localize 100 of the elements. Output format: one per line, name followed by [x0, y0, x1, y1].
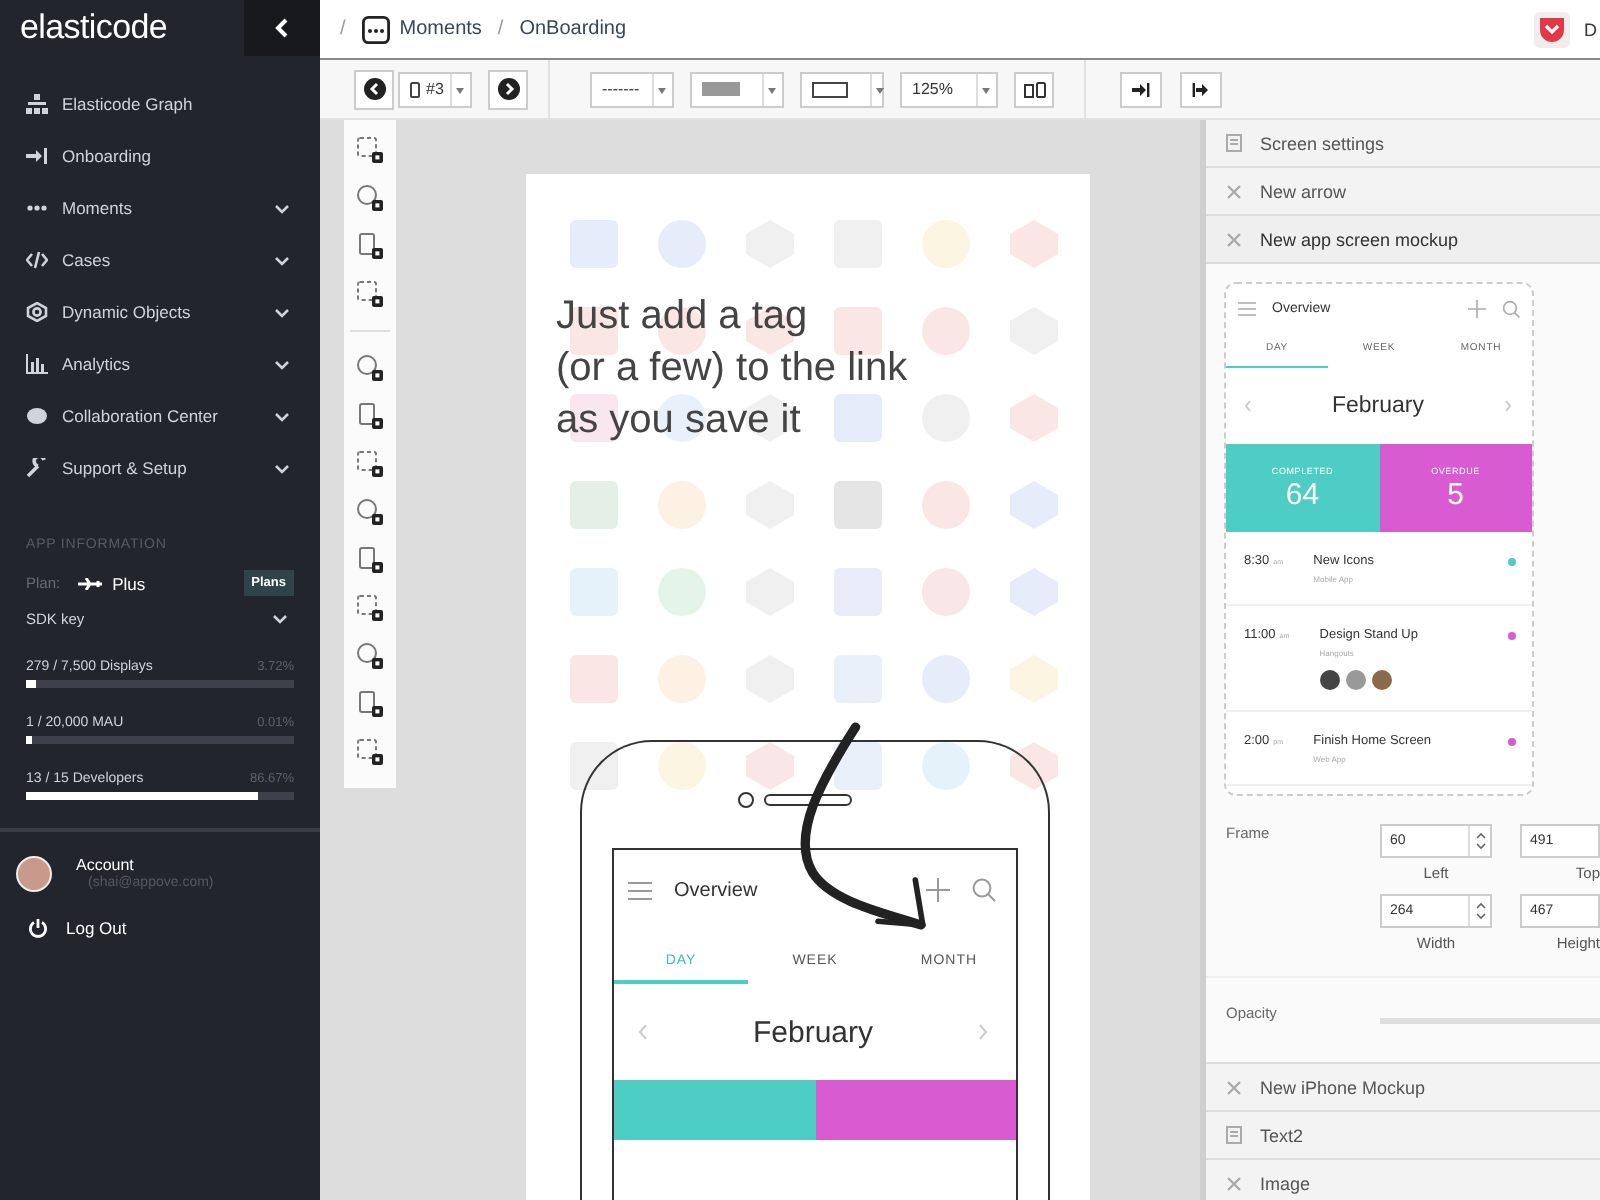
add-element-icon — [356, 498, 384, 526]
headline-text: Just add a tag (or a few) to the link as you save it — [556, 292, 910, 446]
nav-label: Support & Setup — [62, 458, 189, 478]
logo: elasticode — [18, 8, 170, 48]
stat-value: 64 — [1285, 477, 1320, 511]
chevron-left-icon — [274, 18, 290, 38]
nav-label: Collaboration Center — [62, 406, 220, 426]
avatar — [16, 856, 52, 892]
airplane-icon — [78, 577, 103, 589]
bar-chart-icon — [26, 354, 48, 374]
nav-label: Elasticode Graph — [62, 94, 195, 114]
nav-item[interactable]: Cases — [0, 234, 320, 286]
add-element-icon — [356, 354, 384, 382]
app-icon[interactable] — [1534, 11, 1570, 47]
layer-header[interactable]: Screen settings — [1206, 120, 1600, 168]
add-element-icon — [356, 738, 384, 766]
plan-name: Plus — [112, 573, 148, 593]
nav-label: Onboarding — [62, 146, 153, 166]
screen-title: Overview — [674, 879, 760, 901]
collapse-button[interactable] — [244, 0, 320, 56]
add-element-icon — [356, 450, 384, 478]
nav-label: Dynamic Objects — [62, 302, 193, 322]
breadcrumb-link[interactable]: Moments — [399, 18, 482, 40]
power-icon — [28, 918, 48, 938]
arrow-right-icon — [497, 78, 519, 100]
nav-label: Moments — [62, 198, 134, 218]
nav-label: Cases — [62, 250, 113, 270]
up-down-icon — [1475, 832, 1485, 850]
add-element-icon — [356, 642, 384, 670]
chevron-right-icon — [978, 1024, 988, 1040]
chevron-right-icon — [1504, 400, 1512, 412]
month-label: February — [1331, 394, 1425, 418]
import-button[interactable] — [1120, 71, 1162, 107]
layer-header[interactable]: Image — [1206, 1160, 1600, 1200]
fill-swatch — [702, 82, 740, 96]
avatar — [1319, 670, 1340, 690]
avatar — [1345, 670, 1366, 690]
sign-in-icon — [26, 146, 48, 166]
nav-item[interactable]: Onboarding — [0, 130, 320, 182]
add-element-icon — [356, 402, 384, 430]
nav-item[interactable]: Collaboration Center — [0, 390, 320, 442]
layer-header[interactable]: New app screen mockup — [1206, 216, 1600, 264]
code-icon — [26, 250, 48, 270]
screen-select[interactable]: #3 — [398, 71, 472, 107]
nav-item[interactable]: Dynamic Objects — [0, 286, 320, 338]
border-swatch — [812, 81, 848, 97]
device-toggle-button[interactable] — [1014, 71, 1054, 107]
month-label: February — [752, 1015, 874, 1049]
breadcrumb-separator: / — [340, 18, 346, 40]
add-element-icon — [356, 232, 384, 260]
up-down-icon — [1475, 902, 1485, 920]
avatar — [1371, 670, 1392, 690]
plus-icon — [926, 878, 950, 902]
sign-out-icon — [1192, 81, 1210, 97]
border-select[interactable] — [800, 71, 884, 107]
gear-icon — [26, 302, 48, 322]
wrench-icon — [26, 458, 48, 478]
breadcrumb-link[interactable]: OnBoarding — [519, 18, 627, 40]
layer-header[interactable]: New iPhone Mockup — [1206, 1064, 1600, 1112]
nav-item[interactable]: Elasticode Graph — [0, 78, 320, 130]
add-element-icon — [356, 594, 384, 622]
search-icon — [1502, 299, 1520, 317]
add-element-icon — [356, 136, 384, 164]
search-icon — [972, 878, 996, 902]
add-element-icon — [356, 184, 384, 212]
export-button[interactable] — [1180, 71, 1222, 107]
plus-icon — [1468, 299, 1486, 317]
stepper-button[interactable] — [1468, 896, 1490, 926]
menu-icon — [1238, 301, 1256, 315]
devices-icon — [1023, 81, 1045, 97]
chevron-left-icon — [638, 1024, 648, 1040]
arrow-left-icon — [363, 78, 385, 100]
sign-in-icon — [1132, 81, 1150, 97]
nav-item[interactable]: Analytics — [0, 338, 320, 390]
fill-color-select[interactable] — [690, 71, 784, 107]
add-element-icon — [356, 546, 384, 574]
stat-value: 5 — [1447, 477, 1464, 511]
add-element-icon — [356, 280, 384, 308]
stepper-button[interactable] — [1468, 826, 1490, 856]
next-button[interactable] — [488, 69, 528, 109]
hierarchy-icon — [26, 94, 48, 114]
chevron-left-icon — [1244, 400, 1252, 412]
zoom-select[interactable]: 125% — [900, 71, 998, 107]
account-name: Account — [76, 856, 136, 874]
nav-item[interactable]: Moments — [0, 182, 320, 234]
add-element-icon — [356, 690, 384, 718]
chevron-down-icon — [272, 614, 288, 624]
dots-icon — [361, 15, 390, 43]
doc-icon — [1226, 1126, 1242, 1144]
nav-label: Analytics — [62, 354, 133, 374]
user-name: D — [1584, 19, 1599, 39]
line-style-select[interactable]: ------- — [590, 71, 674, 107]
layer-header[interactable]: Text2 — [1206, 1112, 1600, 1160]
speaker-slot — [764, 794, 852, 806]
previous-button[interactable] — [354, 69, 394, 109]
nav-item[interactable]: Support & Setup — [0, 442, 320, 494]
logout-link[interactable]: Log Out — [0, 892, 320, 964]
phone-icon — [410, 81, 420, 97]
menu-icon — [628, 881, 652, 899]
breadcrumb-separator: / — [497, 18, 504, 40]
